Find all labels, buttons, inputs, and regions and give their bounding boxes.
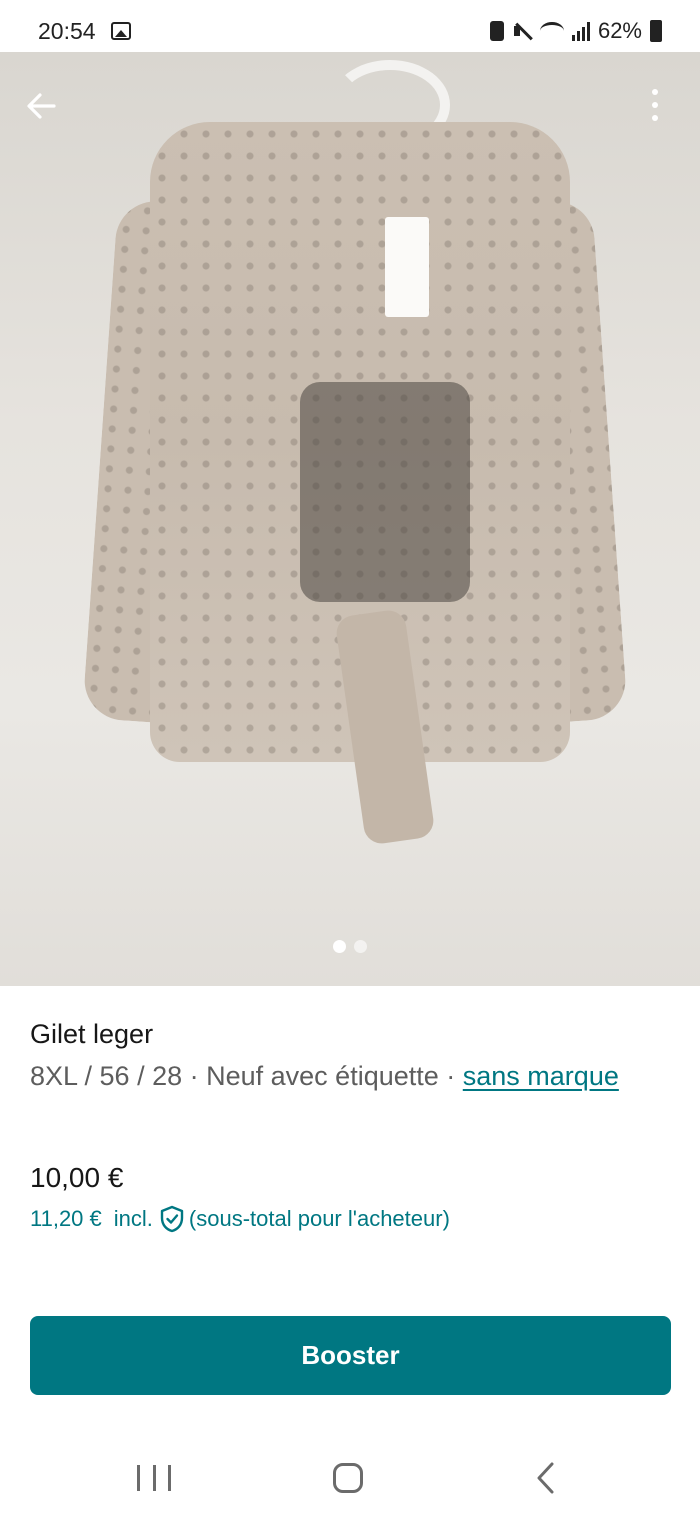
buyer-price-row[interactable]: 11,20 € incl. (sous-total pour l'acheteu… (30, 1205, 450, 1233)
home-icon[interactable] (333, 1463, 363, 1493)
buyer-price-note: (sous-total pour l'acheteur) (188, 1206, 450, 1231)
status-icons: 62% (489, 18, 662, 44)
item-title: Gilet leger (30, 1019, 154, 1049)
battery-icon (650, 20, 662, 42)
item-meta-text: 8XL / 56 / 28 · Neuf avec étiquette · (30, 1061, 463, 1091)
gallery-icon (111, 22, 131, 40)
item-price: 10,00 € (30, 1162, 124, 1193)
buyer-price-incl: incl. (113, 1206, 153, 1231)
garment-tag (385, 217, 429, 317)
product-photo[interactable] (0, 52, 700, 986)
nfc-icon (489, 21, 504, 41)
brand-link[interactable]: sans marque (463, 1061, 619, 1091)
system-nav-bar (0, 1437, 700, 1517)
status-bar: 20:54 62% (0, 0, 700, 52)
shield-check-icon (159, 1205, 185, 1233)
status-time: 20:54 (38, 18, 96, 44)
mute-icon (512, 21, 532, 41)
wifi-icon (539, 22, 564, 40)
photo-pagination (0, 940, 700, 953)
recents-icon[interactable] (137, 1465, 171, 1491)
back-arrow-icon[interactable] (20, 84, 64, 128)
pagination-dot-2[interactable] (354, 940, 367, 953)
nav-back-icon[interactable] (534, 1461, 558, 1495)
more-options-icon[interactable] (632, 82, 678, 128)
garment-inner-shade (300, 382, 470, 602)
booster-button[interactable]: Booster (30, 1316, 671, 1395)
item-details: 8XL / 56 / 28 · Neuf avec étiquette · sa… (30, 1059, 630, 1094)
signal-icon (571, 21, 590, 41)
buyer-price: 11,20 € (30, 1206, 102, 1231)
pagination-dot-1[interactable] (333, 940, 346, 953)
battery-percent: 62% (597, 18, 642, 43)
